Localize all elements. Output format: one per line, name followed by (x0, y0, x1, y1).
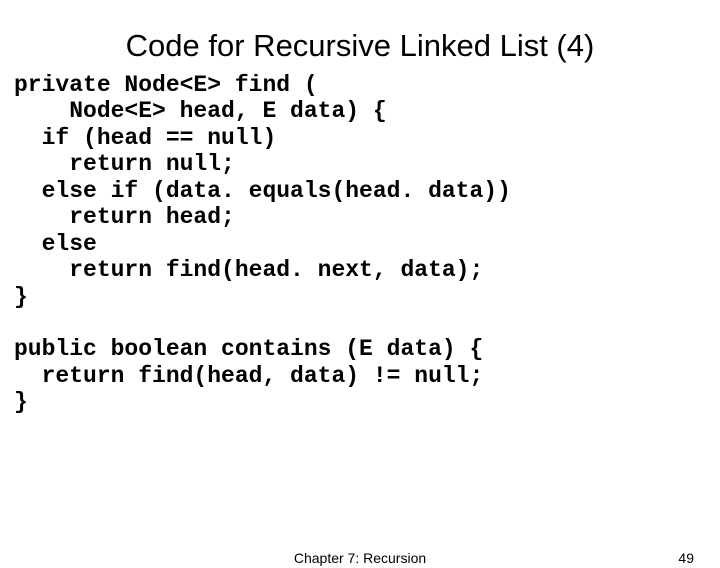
footer-chapter: Chapter 7: Recursion (294, 550, 426, 566)
footer-page-number: 49 (678, 550, 694, 566)
code-listing: private Node<E> find ( Node<E> head, E d… (14, 72, 720, 416)
page-title: Code for Recursive Linked List (4) (0, 28, 720, 64)
